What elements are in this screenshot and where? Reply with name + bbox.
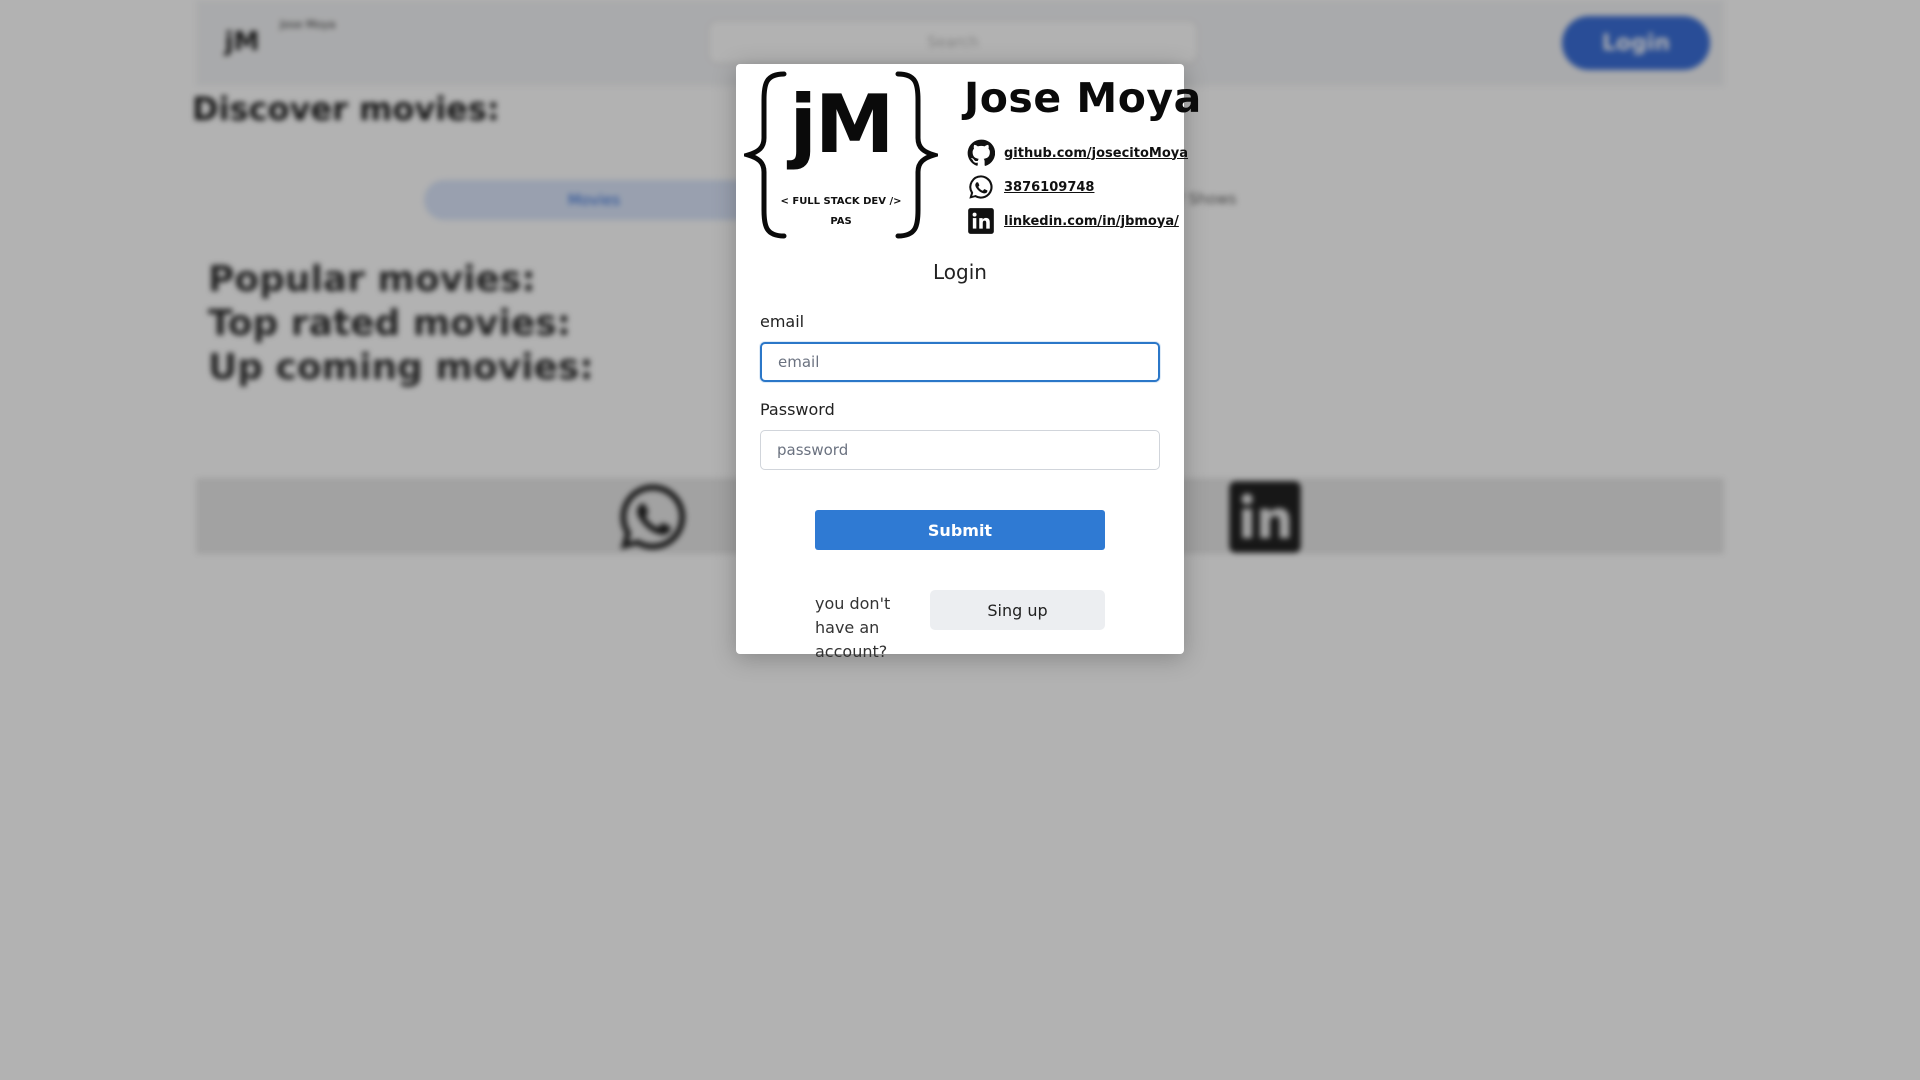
contact-whatsapp[interactable]: 3876109748 bbox=[966, 172, 1094, 202]
logo-tagline-sub: PAS bbox=[830, 216, 852, 227]
logo-tagline: < FULL STACK DEV /> bbox=[780, 196, 902, 207]
contact-github[interactable]: github.com/josecitoMoya bbox=[966, 138, 1188, 168]
whatsapp-icon bbox=[966, 172, 996, 202]
submit-button[interactable]: Submit bbox=[815, 510, 1105, 550]
login-modal: jM < FULL STACK DEV /> PAS Jose Moya git… bbox=[736, 64, 1201, 661]
email-field[interactable] bbox=[760, 342, 1160, 382]
brand-name: Jose Moya bbox=[964, 74, 1202, 122]
linkedin-icon bbox=[966, 206, 996, 236]
password-field[interactable] bbox=[760, 430, 1160, 470]
no-account-text: you don't have an account? bbox=[815, 594, 891, 661]
email-label: email bbox=[760, 312, 805, 331]
contact-linkedin[interactable]: linkedin.com/in/jbmoya/ bbox=[966, 206, 1179, 236]
logo-text: jM bbox=[789, 78, 894, 171]
signup-button[interactable]: Sing up bbox=[930, 590, 1105, 630]
modal-title: Login bbox=[933, 260, 987, 284]
whatsapp-link[interactable]: 3876109748 bbox=[1004, 180, 1094, 195]
jm-logo: jM < FULL STACK DEV /> PAS bbox=[744, 70, 938, 240]
github-link[interactable]: github.com/josecitoMoya bbox=[1004, 146, 1188, 161]
password-label: Password bbox=[760, 400, 835, 419]
linkedin-link[interactable]: linkedin.com/in/jbmoya/ bbox=[1004, 214, 1179, 229]
brand-header: jM < FULL STACK DEV /> PAS Jose Moya git… bbox=[744, 70, 1201, 240]
github-icon bbox=[966, 138, 996, 168]
